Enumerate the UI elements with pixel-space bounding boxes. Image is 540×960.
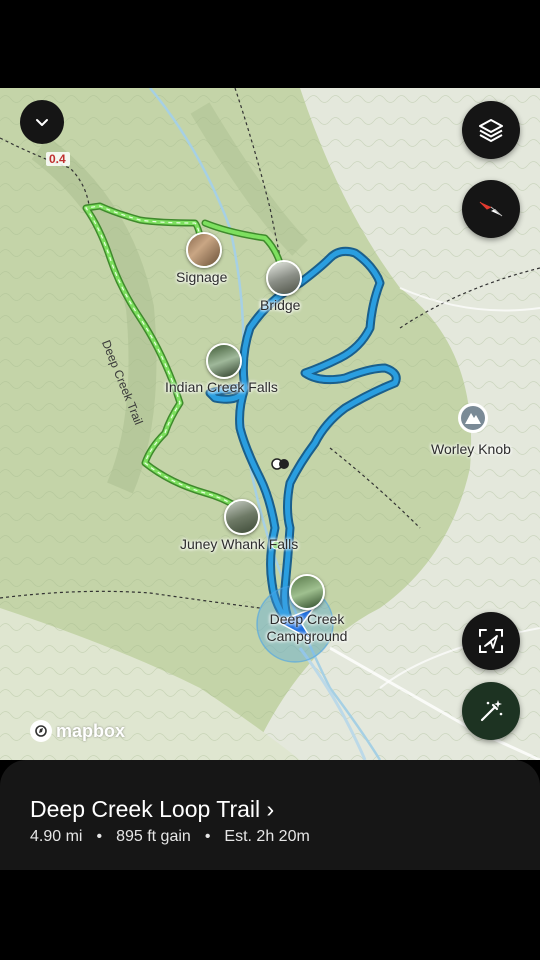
poi-label-juney-whank-falls: Juney Whank Falls: [180, 536, 299, 552]
poi-pin-juney-whank-falls[interactable]: [224, 499, 260, 535]
poi-label-deep-creek-campground: Deep Creek Campground: [266, 611, 348, 644]
magic-wand-icon: [480, 700, 503, 722]
photo-thumbnail: [291, 576, 323, 608]
poi-label-worley-knob: Worley Knob: [431, 441, 511, 457]
compass-icon: [479, 201, 503, 217]
poi-label-bridge: Bridge: [260, 297, 301, 313]
map-view[interactable]: 0.4 Deep Creek Trail Signage Bridge Indi…: [0, 88, 540, 760]
photo-thumbnail: [208, 345, 240, 377]
photo-thumbnail: [188, 234, 220, 266]
poi-pin-deep-creek-campground[interactable]: [289, 574, 325, 610]
separator-dot: •: [96, 828, 103, 845]
recenter-icon: [479, 629, 503, 653]
collapse-button[interactable]: [20, 100, 64, 144]
poi-pin-indian-creek-falls[interactable]: [206, 343, 242, 379]
trail-stats: 4.90 mi • 895 ft gain • Est. 2h 20m: [30, 828, 310, 846]
mileage-marker: 0.4: [49, 152, 66, 166]
poi-pin-bridge[interactable]: [266, 260, 302, 296]
magic-wand-button[interactable]: [462, 682, 520, 740]
trail-estimated-time: Est. 2h 20m: [224, 828, 310, 845]
photo-thumbnail: [268, 262, 300, 294]
poi-label-indian-creek-falls: Indian Creek Falls: [165, 379, 278, 395]
mapbox-attribution[interactable]: mapbox: [30, 720, 125, 742]
layers-icon: [479, 119, 503, 142]
poi-label-signage: Signage: [176, 269, 228, 285]
layers-button[interactable]: [462, 101, 520, 159]
poi-pin-signage[interactable]: [186, 232, 222, 268]
compass-button[interactable]: [462, 180, 520, 238]
mountain-peak-icon[interactable]: [458, 403, 488, 433]
separator-dot: •: [204, 828, 211, 845]
chevron-down-icon: [36, 119, 48, 126]
trail-elevation-gain: 895 ft gain: [116, 828, 191, 845]
mapbox-wordmark: mapbox: [56, 720, 126, 741]
trail-title-link[interactable]: Deep Creek Loop Trail ›: [30, 796, 274, 823]
recenter-button[interactable]: [462, 612, 520, 670]
trail-summary-sheet[interactable]: Deep Creek Loop Trail › 4.90 mi • 895 ft…: [0, 760, 540, 870]
mapbox-logo-icon: [30, 720, 52, 742]
trail-distance: 4.90 mi: [30, 828, 83, 845]
end-marker: [279, 459, 289, 469]
photo-thumbnail: [226, 501, 258, 533]
map-canvas[interactable]: [0, 88, 540, 760]
